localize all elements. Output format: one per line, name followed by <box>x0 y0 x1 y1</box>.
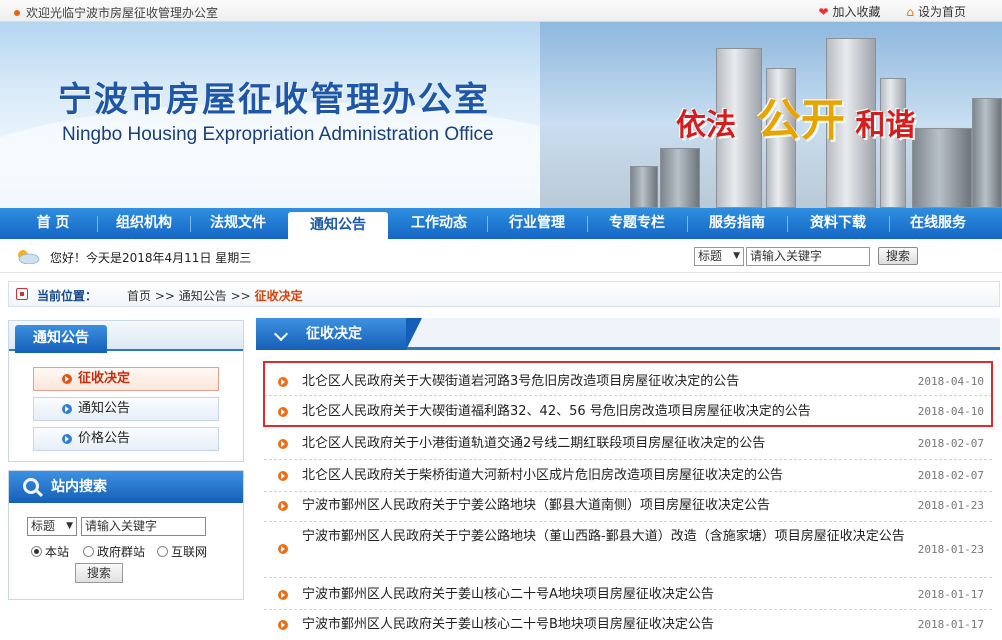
breadcrumb: 当前位置： 首页 >> 通知公告 >> 征收决定 <box>0 273 1002 313</box>
weather-icon <box>18 250 40 264</box>
sidebar-item-notices[interactable]: 通知公告 <box>33 397 219 421</box>
breadcrumb-path: 首页 >> 通知公告 >> 征收决定 <box>127 289 303 303</box>
location-icon <box>16 288 28 300</box>
breadcrumb-section[interactable]: 通知公告 <box>179 289 227 303</box>
header-banner: 宁波市房屋征收管理办公室 Ningbo Housing Expropriatio… <box>0 22 1002 208</box>
radio-this-site[interactable]: 本站 <box>31 543 69 560</box>
nav-service-guide[interactable]: 服务指南 <box>688 208 786 239</box>
search-button[interactable]: 搜索 <box>878 247 918 265</box>
arrow-icon <box>62 374 72 384</box>
site-title: 宁波市房屋征收管理办公室 <box>58 80 490 120</box>
heart-icon: ❤ <box>818 5 829 19</box>
set-homepage-link[interactable]: ⌂ 设为首页 <box>906 5 966 19</box>
arrow-icon <box>278 544 288 554</box>
breadcrumb-current: 征收决定 <box>254 289 303 303</box>
sidebar-title: 通知公告 <box>15 325 107 353</box>
list-item[interactable]: 北仑区人民政府关于柴桥街道大河新村小区成片危旧房改造项目房屋征收决定的公告 20… <box>264 462 992 492</box>
search-input[interactable]: 请输入关键字 <box>746 247 870 266</box>
nav-home[interactable]: 首 页 <box>10 208 96 239</box>
site-search-type-select[interactable]: 标题 ▼ <box>27 517 77 536</box>
breadcrumb-label: 当前位置： <box>37 289 98 303</box>
arrow-icon <box>62 434 72 444</box>
list-item[interactable]: 宁波市鄞州区人民政府关于姜山核心二十号B地块项目房屋征收决定公告 2018-01… <box>264 610 992 640</box>
dropdown-arrow-icon: ▼ <box>66 521 73 531</box>
arrow-icon <box>278 471 288 481</box>
site-search-button[interactable]: 搜索 <box>75 563 123 583</box>
list-item[interactable]: 宁波市鄞州区人民政府关于宁姜公路地块（鄞县大道南侧）项目房屋征收决定公告 201… <box>264 492 992 522</box>
nav-topics[interactable]: 专题专栏 <box>588 208 686 239</box>
sidebar-notices-panel: 通知公告 征收决定 通知公告 价格公告 <box>8 320 244 462</box>
add-favorite-link[interactable]: ❤ 加入收藏 <box>818 5 880 19</box>
magnifier-icon <box>23 478 39 494</box>
radio-gov-sites[interactable]: 政府群站 <box>83 543 145 560</box>
greeting-bar: 您好！今天是2018年4月11日 星期三 标题 ▼ 请输入关键字 搜索 <box>0 239 1002 273</box>
arrow-icon <box>62 404 72 414</box>
site-search-panel: 站内搜索 标题 ▼ 请输入关键字 本站 政府群站 互联网 搜索 <box>8 470 244 600</box>
chevron-icon <box>273 326 289 342</box>
dropdown-arrow-icon: ▼ <box>733 251 740 261</box>
sidebar-item-price-notices[interactable]: 价格公告 <box>33 427 219 451</box>
slogan: 依法 公开 和谐 <box>676 95 916 146</box>
top-strip: 欢迎光临宁波市房屋征收管理办公室 ❤ 加入收藏 ⌂ 设为首页 <box>0 0 1002 22</box>
nav-organization[interactable]: 组织机构 <box>98 208 190 239</box>
nav-industry[interactable]: 行业管理 <box>488 208 586 239</box>
radio-internet[interactable]: 互联网 <box>157 543 207 560</box>
site-search-title: 站内搜索 <box>9 471 243 503</box>
date-greeting: 您好！今天是2018年4月11日 星期三 <box>50 251 252 265</box>
arrow-icon <box>278 501 288 511</box>
search-type-select[interactable]: 标题 ▼ <box>694 247 744 266</box>
house-icon: ⌂ <box>906 5 914 19</box>
arrow-icon <box>278 439 288 449</box>
site-search-input[interactable]: 请输入关键字 <box>81 517 206 536</box>
nav-downloads[interactable]: 资料下载 <box>788 208 888 239</box>
bullet-icon <box>14 9 20 16</box>
list-item[interactable]: 宁波市鄞州区人民政府关于姜山核心二十号A地块项目房屋征收决定公告 2018-01… <box>264 580 992 610</box>
arrow-icon <box>278 590 288 600</box>
nav-regulations[interactable]: 法规文件 <box>191 208 285 239</box>
arrow-icon <box>278 620 288 630</box>
main-nav: 首 页 组织机构 法规文件 通知公告 工作动态 行业管理 专题专栏 服务指南 资… <box>0 208 1002 243</box>
sidebar-item-expropriation-decision[interactable]: 征收决定 <box>33 367 219 391</box>
list-item[interactable]: 宁波市鄞州区人民政府关于宁姜公路地块（堇山西路-鄞县大道）改造（含施家塘）项目房… <box>264 522 992 578</box>
nav-work-news[interactable]: 工作动态 <box>392 208 486 239</box>
breadcrumb-home[interactable]: 首页 <box>127 289 151 303</box>
list-item[interactable]: 北仑区人民政府关于小港街道轨道交通2号线二期红联段项目房屋征收决定的公告 201… <box>264 430 992 460</box>
nav-online-service[interactable]: 在线服务 <box>890 208 986 239</box>
highlight-box <box>263 361 993 427</box>
site-title-english: Ningbo Housing Expropriation Administrat… <box>62 124 494 145</box>
welcome-text: 欢迎光临宁波市房屋征收管理办公室 <box>14 4 218 21</box>
top-links: ❤ 加入收藏 ⌂ 设为首页 <box>796 3 966 20</box>
list-title: 征收决定 <box>256 318 422 350</box>
